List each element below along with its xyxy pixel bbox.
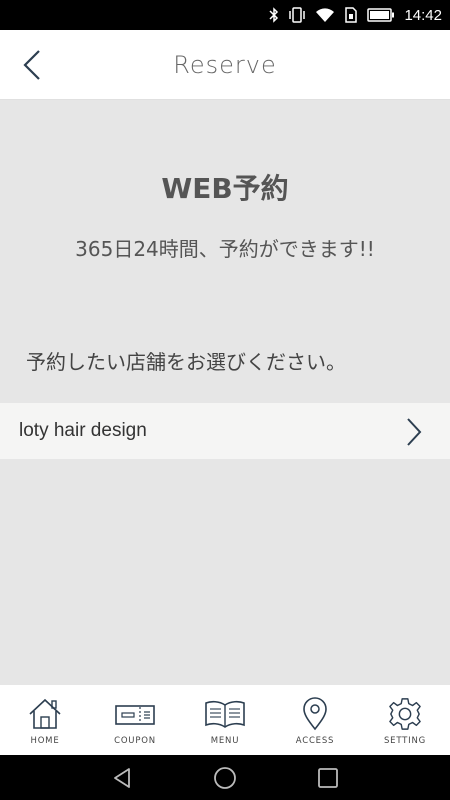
tab-home-label: HOME [30,736,60,746]
select-shop-label: 予約したい店舗をお選びください。 [26,350,346,374]
web-reserve-title: WEB予約 [161,172,289,205]
book-icon [205,700,245,728]
home-icon [29,698,61,729]
shop-row-loty-hair-design[interactable]: loty hair design [0,403,450,459]
gear-icon [389,698,421,730]
tab-coupon-label: COUPON [114,736,156,746]
back-button[interactable] [14,47,50,83]
tab-access-label: ACCESS [295,736,335,746]
shop-name: loty hair design [19,420,147,441]
web-reserve-subtitle: 365日24時間、予約ができます!! [75,237,375,261]
status-time: 14:42 [404,6,442,24]
back-triangle-icon [113,767,130,788]
sim-icon [345,7,358,23]
bottom-tab-bar: HOME COUPON MENU ACCESS SETTING [0,684,450,755]
tab-menu-label: MENU [210,736,240,746]
tab-setting[interactable]: SETTING [360,685,450,755]
battery-icon [367,8,395,22]
chevron-left-icon [23,50,40,80]
nav-home-button[interactable] [205,758,245,798]
system-nav-bar [0,755,450,800]
wifi-icon [316,8,335,22]
tab-setting-label: SETTING [383,736,427,746]
map-pin-icon [303,697,327,731]
nav-recents-button[interactable] [308,758,348,798]
tab-coupon[interactable]: COUPON [90,685,180,755]
vibrate-icon [289,7,306,23]
tab-home[interactable]: HOME [0,685,90,755]
home-circle-icon [214,766,236,789]
tab-access[interactable]: ACCESS [270,685,360,755]
status-bar: 14:42 [0,0,450,30]
main-content: WEB予約 365日24時間、予約ができます!! 予約したい店舗をお選びください… [0,100,450,684]
tab-menu[interactable]: MENU [180,685,270,755]
coupon-icon [115,705,155,725]
bluetooth-icon [269,7,279,23]
chevron-right-icon [407,418,422,446]
nav-back-button[interactable] [102,758,142,798]
header: Reserve [0,30,450,100]
page-title: Reserve [173,50,277,79]
recents-square-icon [318,767,339,788]
